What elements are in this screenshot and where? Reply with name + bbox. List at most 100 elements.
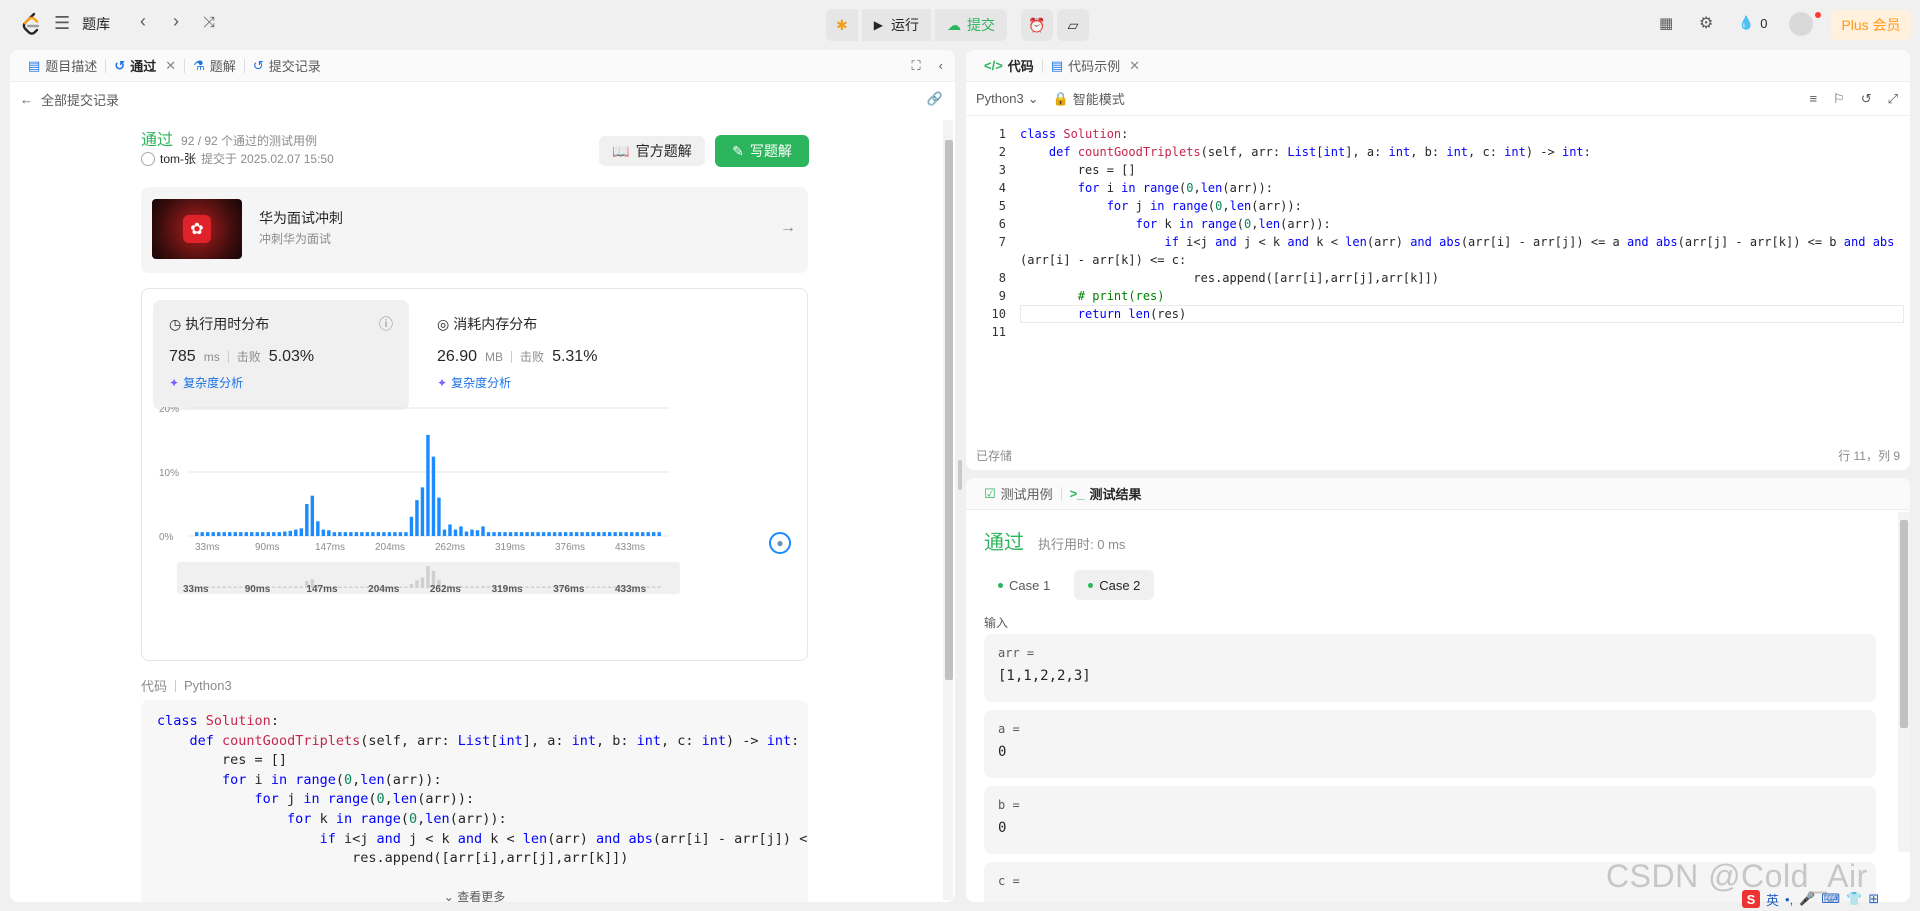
format-icon[interactable]: ≡ bbox=[1809, 91, 1817, 107]
info-icon[interactable]: ⓘ bbox=[379, 314, 393, 334]
run-button[interactable]: ▶ 运行 bbox=[861, 9, 931, 41]
testcase-count: 92 / 92 个通过的测试用例 bbox=[181, 134, 318, 148]
back-to-submissions[interactable]: ← 全部提交记录 🔗 bbox=[10, 82, 955, 116]
editor-content[interactable]: class Solution: def countGoodTriplets(se… bbox=[1020, 125, 1900, 341]
complexity-analysis-link[interactable]: ✦ 复杂度分析 bbox=[169, 374, 393, 391]
code-editor-panel: </> 代码 ▤ 代码示例 ✕ Python3 ⌄ 🔒 智能模式 ≡ ⚐ ↺ ⤢ 1 2 3 4… bbox=[966, 50, 1910, 470]
tab-submissions[interactable]: ↺ 提交记录 bbox=[245, 50, 329, 82]
minimap-bar bbox=[272, 586, 276, 588]
y-tick-label: 0% bbox=[159, 532, 174, 543]
tab-solutions[interactable]: ⚗ 题解 bbox=[185, 50, 244, 82]
bar bbox=[563, 532, 568, 536]
tab-code[interactable]: </> 代码 bbox=[976, 50, 1042, 82]
panel-splitter[interactable] bbox=[958, 460, 962, 490]
plus-member-button[interactable]: Plus 会员 bbox=[1831, 10, 1911, 40]
bar bbox=[310, 495, 315, 536]
collapse-icon[interactable]: ‹ bbox=[939, 58, 943, 74]
result-body: 通过 执行用时: 0 ms Case 1 Case 2 输入 arr = [1,… bbox=[966, 512, 1910, 902]
input-b[interactable]: b = 0 bbox=[984, 786, 1876, 854]
next-problem-icon[interactable]: › bbox=[173, 11, 179, 32]
clock-icon: ◷ bbox=[169, 315, 182, 332]
runtime-card[interactable]: ◷ 执行用时分布 ⓘ 785 ms 击败 5.03% ✦ 复杂度分析 bbox=[153, 300, 409, 410]
promo-card[interactable]: ✿ 华为面试冲刺 冲刺华为面试 → bbox=[141, 187, 808, 273]
minimap-bar bbox=[481, 585, 485, 588]
book-icon: 📖 bbox=[612, 142, 630, 159]
code-line: for i in range(0,len(arr)): bbox=[222, 771, 442, 788]
link-icon[interactable]: 🔗 bbox=[927, 91, 943, 107]
notification-dot bbox=[1815, 12, 1821, 18]
case-1-tab[interactable]: Case 1 bbox=[984, 570, 1064, 600]
bar bbox=[514, 532, 518, 536]
edit-icon: ✎ bbox=[732, 142, 744, 159]
minimap-bar bbox=[343, 586, 348, 588]
minimap-bar bbox=[602, 586, 606, 588]
close-icon[interactable]: ✕ bbox=[1129, 58, 1140, 74]
streak-counter[interactable]: 💧 0 bbox=[1738, 15, 1767, 31]
author-name[interactable]: tom-张 bbox=[160, 150, 196, 167]
tab-code-examples[interactable]: ▤ 代码示例 ✕ bbox=[1043, 50, 1148, 82]
maximize-icon[interactable]: ⛶ bbox=[912, 58, 921, 74]
left-scrollbar[interactable] bbox=[943, 120, 953, 900]
bar bbox=[607, 532, 612, 536]
problem-bank-button[interactable]: ☰ 题库 bbox=[54, 13, 110, 34]
tab-test-results[interactable]: >_ 测试结果 bbox=[1062, 478, 1150, 510]
editor-line: for k in range(0,len(arr)): bbox=[1135, 217, 1331, 231]
keyboard-icon[interactable]: ⌨ bbox=[1821, 891, 1840, 907]
input-label: 输入 bbox=[984, 616, 1009, 630]
bar bbox=[453, 529, 458, 536]
shirt-icon[interactable]: 👕 bbox=[1846, 891, 1862, 907]
write-solution-button[interactable]: ✎ 写题解 bbox=[715, 135, 809, 167]
microphone-icon[interactable]: 🎤 bbox=[1799, 891, 1815, 907]
minimap-tick-label: 319ms bbox=[492, 584, 524, 595]
submit-button[interactable]: ☁ 提交 bbox=[934, 9, 1007, 41]
complexity-analysis-link[interactable]: ✦ 复杂度分析 bbox=[437, 374, 661, 391]
editor-line: # print(res) bbox=[1020, 289, 1165, 303]
bar bbox=[470, 529, 474, 536]
alarm-button[interactable]: ⏰ bbox=[1020, 9, 1053, 41]
cursor-position: 行 11，列 9 bbox=[1838, 448, 1900, 463]
result-scrollbar[interactable] bbox=[1898, 512, 1910, 852]
bar bbox=[354, 532, 359, 536]
debug-button[interactable]: ✱ bbox=[826, 9, 858, 41]
submit-time: 提交于 2025.02.07 15:50 bbox=[201, 152, 334, 166]
layout-icon[interactable]: ▦ bbox=[1659, 14, 1673, 32]
minimap-bar bbox=[541, 586, 546, 588]
chevron-double-down-icon: ⌄ bbox=[443, 890, 454, 902]
leetcode-logo[interactable] bbox=[20, 12, 42, 36]
tab-accepted[interactable]: ↺ 通过 ✕ bbox=[106, 50, 184, 82]
bar bbox=[596, 532, 601, 536]
prev-problem-icon[interactable]: ‹ bbox=[140, 11, 146, 32]
bar bbox=[393, 532, 397, 536]
bar bbox=[420, 487, 425, 536]
grid-icon[interactable]: ⊞ bbox=[1868, 891, 1879, 907]
settings-icon[interactable]: ⚙ bbox=[1699, 13, 1713, 33]
memory-card[interactable]: ◎ 消耗内存分布 26.90 MB 击败 5.31% ✦ 复杂度分析 bbox=[421, 300, 677, 410]
case-2-tab[interactable]: Case 2 bbox=[1074, 570, 1155, 600]
line-number: 11 bbox=[991, 325, 1006, 339]
bookmark-icon[interactable]: ⚐ bbox=[1833, 91, 1845, 107]
minimap-bar bbox=[294, 586, 298, 588]
bar bbox=[481, 526, 485, 536]
minimap-tick-label: 262ms bbox=[430, 584, 462, 595]
sogou-ime-icon[interactable]: S bbox=[1742, 890, 1760, 908]
expand-icon[interactable]: ⤢ bbox=[1888, 91, 1898, 107]
reset-icon[interactable]: ↺ bbox=[1861, 91, 1872, 107]
avatar[interactable] bbox=[1789, 12, 1813, 36]
tab-description[interactable]: ▤ 题目描述 bbox=[20, 50, 105, 82]
close-icon[interactable]: ✕ bbox=[165, 58, 176, 74]
ime-language[interactable]: 英 bbox=[1766, 890, 1779, 909]
punctuation-icon[interactable]: •, bbox=[1785, 892, 1793, 907]
note-button[interactable]: ▱ bbox=[1056, 9, 1089, 41]
bar bbox=[541, 532, 546, 536]
code-editor[interactable]: 1 2 3 4 5 6 7 8 9 10 11 class Solution: def count… bbox=[966, 117, 1910, 437]
language-select[interactable]: Python3 ⌄ bbox=[976, 91, 1039, 107]
input-a[interactable]: a = 0 bbox=[984, 710, 1876, 778]
input-arr[interactable]: arr = [1,1,2,2,3] bbox=[984, 634, 1876, 702]
official-solution-button[interactable]: 📖 官方题解 bbox=[599, 136, 705, 166]
shuffle-icon[interactable]: ⤨ bbox=[203, 14, 215, 31]
tab-testcases[interactable]: ☑ 测试用例 bbox=[976, 478, 1061, 510]
mode-toggle[interactable]: 🔒 智能模式 bbox=[1053, 89, 1125, 108]
runtime-distribution-chart[interactable]: 20% 10% 0% 33ms 90ms 147ms 204ms 262ms 319ms 376m… bbox=[142, 407, 807, 657]
editor-line: for j in range(0,len(arr)): bbox=[1106, 199, 1302, 213]
see-more-button[interactable]: ⌄ 查看更多 bbox=[141, 888, 808, 902]
